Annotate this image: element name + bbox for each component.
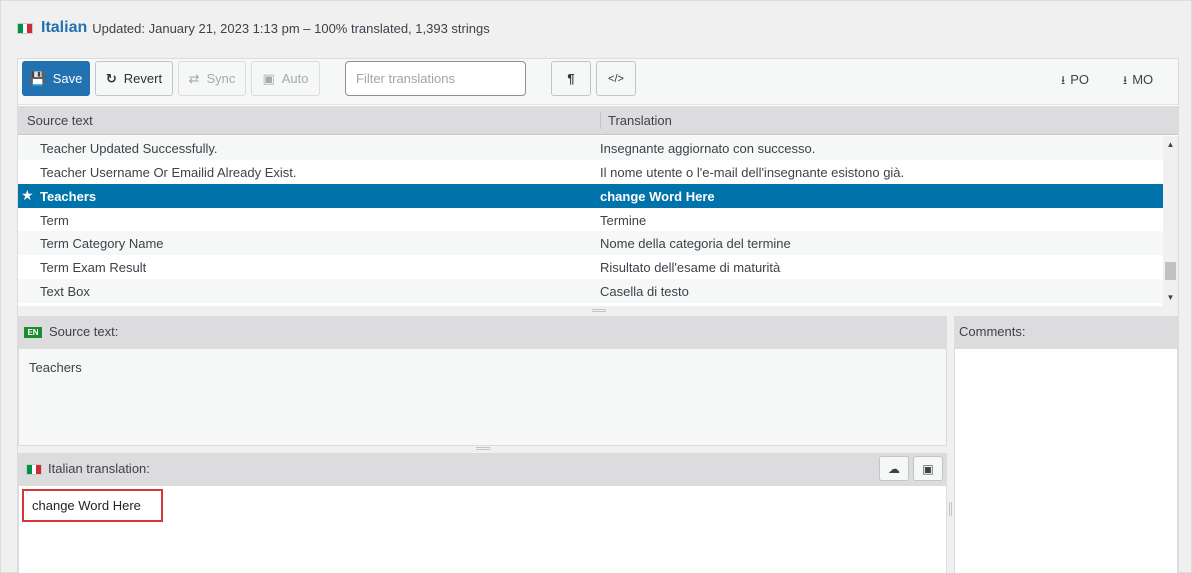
source-cell: Term Category Name	[40, 236, 164, 251]
vertical-splitter[interactable]	[947, 316, 954, 573]
source-panel-header: EN Source text:	[18, 316, 947, 348]
translation-cell: Termine	[600, 213, 647, 228]
sync-icon: ⇄	[188, 70, 200, 86]
download-icon: ⭳	[1061, 73, 1066, 87]
table-row[interactable]: Text Box Casella di testo	[18, 279, 1163, 303]
update-status: Updated: January 21, 2023 1:13 pm – 100%…	[92, 20, 490, 36]
cloud-icon: ☁	[888, 461, 900, 476]
strings-table: Teacher Updated Successfully. Insegnante…	[18, 136, 1163, 306]
horizontal-splitter[interactable]	[18, 306, 1178, 316]
save-icon: 💾	[29, 70, 46, 86]
source-cell: Term Exam Result	[40, 260, 147, 275]
download-mo-button[interactable]: ⭳ MO	[1123, 71, 1153, 92]
suggest-button[interactable]: ☁	[879, 456, 909, 481]
column-source[interactable]: Source text	[27, 113, 93, 128]
source-translation-splitter[interactable]	[18, 446, 947, 453]
column-divider	[600, 112, 601, 129]
comments-box[interactable]	[954, 348, 1178, 573]
table-row[interactable]: Term Category Name Nome della categoria …	[18, 231, 1163, 255]
source-text: Teachers	[29, 360, 82, 375]
splitter-grip-icon	[949, 502, 952, 516]
translation-cell: Nome della categoria del termine	[600, 236, 791, 251]
source-panel-title: Source text:	[49, 324, 119, 339]
language-title: Italian	[41, 19, 88, 36]
star-icon: ★	[21, 187, 34, 203]
editor-panel: 💾 Save ↻ Revert ⇄ Sync ▣ Auto ¶ </>	[17, 58, 1179, 573]
table-row[interactable]: Teacher Username Or Emailid Already Exis…	[18, 160, 1163, 184]
table-row[interactable]: Term Termine	[18, 208, 1163, 232]
editor-frame: Italian Updated: January 21, 2023 1:13 p…	[0, 0, 1192, 573]
source-text-box: Teachers	[18, 348, 947, 446]
pilcrow-icon: ¶	[567, 71, 575, 86]
table-row-selected[interactable]: ★ Teachers change Word Here	[18, 184, 1163, 208]
translation-cell: Il nome utente o l'e-mail dell'insegnant…	[600, 165, 905, 180]
revert-label: Revert	[123, 71, 163, 86]
sync-button[interactable]: ⇄ Sync	[178, 61, 246, 96]
column-translation[interactable]: Translation	[608, 113, 672, 128]
robot-icon: ▣	[262, 70, 275, 86]
filter-input[interactable]	[345, 61, 526, 96]
translation-cell: Insegnante aggiornato con successo.	[600, 141, 816, 156]
download-mo-label: MO	[1132, 72, 1154, 87]
comments-panel-title: Comments:	[959, 324, 1026, 339]
translation-editor[interactable]: change Word Here	[18, 485, 947, 573]
source-cell: Text Box	[40, 284, 90, 299]
scroll-down-icon[interactable]: ▼	[1163, 293, 1178, 302]
translation-cell: change Word Here	[600, 189, 715, 204]
translation-cell: Risultato dell'esame di maturità	[600, 260, 781, 275]
source-cell: Term	[40, 213, 69, 228]
table-row[interactable]: Teacher Updated Successfully. Insegnante…	[18, 136, 1163, 160]
table-header: Source text Translation	[18, 106, 1178, 135]
source-cell: Teachers	[40, 189, 97, 204]
translation-panel-header: Italian translation: ☁ ▣	[18, 453, 947, 485]
italy-flag-icon	[26, 464, 42, 475]
table-scrollbar[interactable]: ▲ ▼	[1163, 136, 1178, 306]
source-cell: Teacher Username Or Emailid Already Exis…	[40, 165, 297, 180]
robot-icon: ▣	[922, 461, 934, 476]
source-cell: Teacher Updated Successfully.	[40, 141, 218, 156]
scroll-up-icon[interactable]: ▲	[1163, 140, 1178, 149]
en-badge: EN	[24, 327, 42, 338]
splitter-grip-icon	[592, 309, 606, 312]
save-label: Save	[52, 71, 83, 86]
splitter-grip-icon	[476, 447, 490, 450]
auto-translate-entry-button[interactable]: ▣	[913, 456, 943, 481]
download-po-button[interactable]: ⭳ PO	[1061, 71, 1089, 92]
italy-flag-icon	[17, 22, 33, 34]
translation-panel-title: Italian translation:	[48, 461, 150, 476]
scrollbar-thumb[interactable]	[1165, 262, 1176, 280]
auto-label: Auto	[281, 71, 309, 86]
revert-button[interactable]: ↻ Revert	[95, 61, 173, 96]
comments-panel-header: Comments:	[954, 316, 1178, 348]
save-button[interactable]: 💾 Save	[22, 61, 90, 96]
translation-cell: Casella di testo	[600, 284, 689, 299]
sync-label: Sync	[206, 71, 236, 86]
table-row[interactable]: Term Exam Result Risultato dell'esame di…	[18, 255, 1163, 279]
code-icon: </>	[608, 72, 624, 85]
translation-input[interactable]: change Word Here	[22, 489, 163, 522]
auto-translate-button[interactable]: ▣ Auto	[251, 61, 320, 96]
revert-icon: ↻	[105, 70, 117, 86]
code-view-button[interactable]: </>	[596, 61, 636, 96]
download-icon: ⭳	[1123, 73, 1128, 87]
download-po-label: PO	[1070, 72, 1089, 87]
page-header: Italian Updated: January 21, 2023 1:13 p…	[17, 18, 490, 38]
toolbar: 💾 Save ↻ Revert ⇄ Sync ▣ Auto ¶ </>	[18, 59, 1178, 105]
show-invisibles-button[interactable]: ¶	[551, 61, 591, 96]
